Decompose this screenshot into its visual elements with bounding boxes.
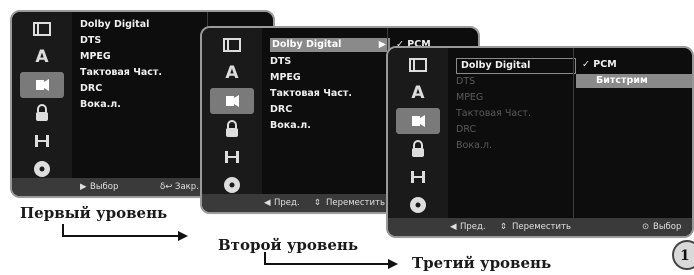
arrow-level-2-to-3 (264, 252, 398, 269)
bottom-bar: ◀ Пред. ⇕ Переместить ⊙ Выбор (388, 218, 692, 236)
menu-item-sample-freq[interactable]: Тактовая Част. (80, 66, 162, 80)
move-hint: Переместить (512, 222, 571, 232)
select-hint: Выбор (90, 182, 119, 192)
menu-item-drc[interactable]: DRC (80, 82, 102, 96)
menu-item-mpeg[interactable]: MPEG (456, 91, 483, 105)
move-hint: Переместить (326, 198, 385, 208)
submenu-arrow-icon: ▶ (378, 39, 386, 50)
menu-item-vocal[interactable]: Вока.л. (270, 119, 311, 133)
menu-item-drc[interactable]: DRC (270, 103, 292, 117)
menu-item-drc[interactable]: DRC (456, 123, 476, 137)
menu-item-dts[interactable]: DTS (80, 34, 101, 48)
page-number: 1 (672, 240, 694, 270)
play-arrow-icon: ▶ (80, 182, 87, 192)
film-icon[interactable] (210, 32, 254, 58)
caption-level-3: Третий уровень (412, 254, 552, 272)
audio-icon[interactable] (20, 72, 64, 98)
prev-hint: Пред. (460, 222, 486, 232)
submenu-column: Dolby Digital ▶ DTS MPEG Тактовая Част. D… (262, 28, 390, 198)
menu-item-vocal[interactable]: Вока.л. (456, 139, 492, 153)
menu-item-vocal[interactable]: Вока.л. (80, 98, 121, 112)
submenu-column: Dolby Digital DTS MPEG Тактовая Част. DR… (448, 48, 576, 222)
recording-icon[interactable] (396, 164, 440, 190)
language-icon[interactable]: A (20, 44, 64, 70)
arrow-level-1-to-2 (62, 224, 188, 241)
ok-icon: ⊙ (642, 222, 650, 232)
menu-item-dts[interactable]: DTS (456, 75, 475, 89)
submenu-column: Dolby Digital DTS MPEG Тактовая Част. DR… (72, 12, 207, 182)
prev-hint: Пред. (274, 198, 300, 208)
sidebar: A (202, 28, 262, 198)
return-icon: δ↩ (160, 182, 173, 192)
menu-item-sample-freq[interactable]: Тактовая Част. (270, 87, 352, 101)
menu-item-dolby-digital[interactable]: Dolby Digital (456, 58, 576, 74)
audio-icon[interactable] (210, 88, 254, 114)
menu-item-dolby-digital[interactable]: Dolby Digital ▶ (270, 38, 390, 52)
select-hint: Выбор (653, 222, 682, 232)
recording-icon[interactable] (20, 128, 64, 154)
film-icon[interactable] (20, 16, 64, 42)
menu-item-dts[interactable]: DTS (270, 55, 291, 69)
option-pcm[interactable]: ✓ PCM (582, 58, 617, 72)
left-arrow-icon: ◀ (450, 222, 457, 232)
menu-screen-level-3: A Dolby Digital DTS MPEG Тактовая Част. … (386, 46, 694, 238)
left-arrow-icon: ◀ (264, 198, 271, 208)
film-icon[interactable] (396, 52, 440, 78)
sidebar: A (388, 48, 448, 222)
menu-item-mpeg[interactable]: MPEG (270, 71, 301, 85)
caption-level-1: Первый уровень (20, 204, 168, 222)
language-icon[interactable]: A (396, 80, 440, 106)
disc-icon[interactable] (396, 192, 440, 218)
lock-icon[interactable] (396, 136, 440, 162)
updown-icon: ⇕ (314, 198, 322, 208)
close-hint: Закр. (175, 182, 199, 192)
sidebar: A (12, 12, 72, 182)
menu-item-mpeg[interactable]: MPEG (80, 50, 111, 64)
language-icon[interactable]: A (210, 60, 254, 86)
menu-item-sample-freq[interactable]: Тактовая Част. (456, 107, 531, 121)
updown-icon: ⇕ (500, 222, 508, 232)
lock-icon[interactable] (20, 100, 64, 126)
lock-icon[interactable] (210, 116, 254, 142)
option-bitstream[interactable]: Битстрим (576, 74, 692, 88)
audio-icon[interactable] (396, 108, 440, 134)
check-icon: ✓ (582, 59, 590, 70)
menu-item-dolby-digital[interactable]: Dolby Digital (80, 18, 149, 32)
recording-icon[interactable] (210, 144, 254, 170)
options-column: ✓ PCM Битстрим (574, 48, 692, 222)
